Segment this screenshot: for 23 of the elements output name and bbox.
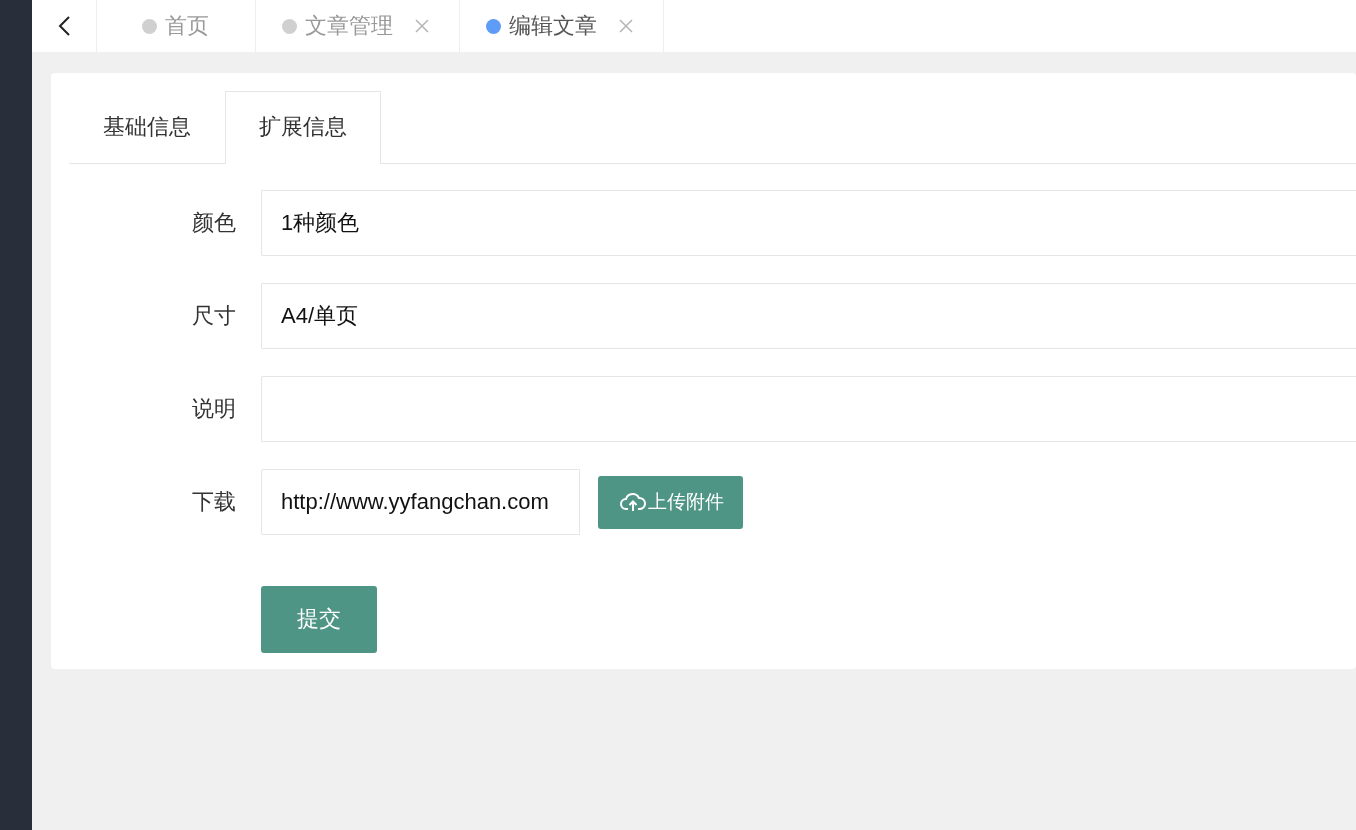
input-field[interactable] [261, 376, 1356, 442]
close-icon[interactable] [415, 19, 429, 33]
form-tab[interactable]: 基础信息 [69, 91, 225, 163]
input-field[interactable]: http://www.yyfangchan.com [261, 469, 580, 535]
field-label: 颜色 [191, 209, 237, 237]
upload-button[interactable]: 上传附件 [598, 475, 743, 529]
field-label: 说明 [191, 395, 237, 423]
input-field[interactable]: A4/单页 [261, 283, 1356, 349]
tab-label: 编辑文章 [509, 12, 597, 40]
field-label: 尺寸 [191, 302, 237, 330]
form-tab[interactable]: 扩展信息 [225, 91, 381, 164]
input-field[interactable]: 1种颜色 [261, 190, 1356, 256]
status-dot [486, 18, 501, 34]
tab-label: 文章管理 [305, 12, 393, 40]
page-tab[interactable]: 编辑文章 [460, 0, 664, 52]
status-dot [142, 18, 157, 34]
cloud-upload-icon [620, 492, 646, 512]
field-label: 下载 [191, 488, 237, 516]
submit-button[interactable]: 提交 [261, 585, 377, 653]
close-icon[interactable] [619, 19, 633, 33]
tab-label: 首页 [165, 12, 209, 40]
status-dot [282, 18, 297, 34]
chevron-left-icon [57, 15, 71, 37]
